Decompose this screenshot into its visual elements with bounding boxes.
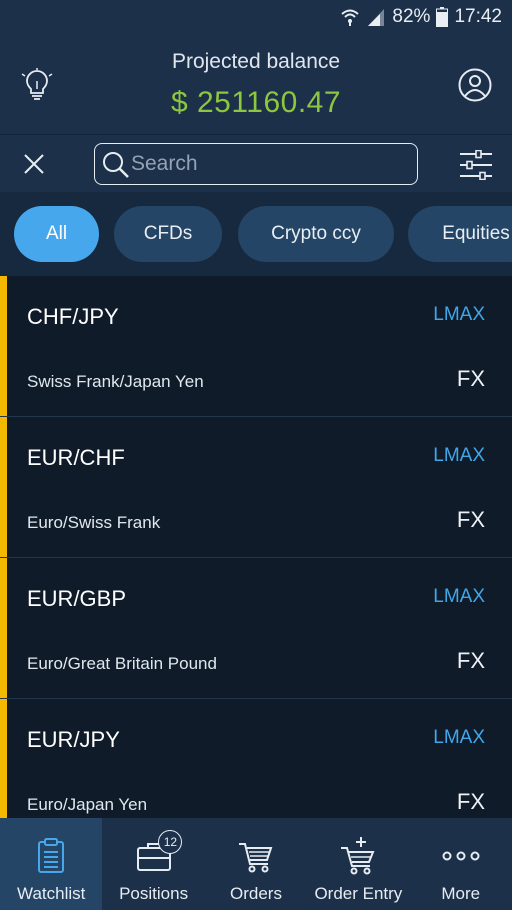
instrument-symbol: CHF/JPY [27, 304, 119, 329]
app-header: Projected balance $ 251160.47 [0, 34, 512, 134]
instrument-symbol: EUR/CHF [27, 445, 125, 470]
profile-icon[interactable] [458, 68, 492, 102]
instrument-asset-class: FX [456, 507, 485, 532]
tab-label: More [441, 884, 481, 903]
instrument-description: Euro/Great Britain Pound [27, 654, 217, 673]
tab-label: Watchlist [17, 884, 86, 903]
tab-label: Order Entry [314, 884, 403, 903]
instrument-venue: LMAX [433, 445, 485, 466]
tab-label: Positions [119, 884, 189, 903]
filter-chip-all[interactable]: All [14, 206, 99, 262]
filter-chip-equities[interactable]: Equities [408, 206, 512, 262]
search-field[interactable] [94, 143, 418, 185]
cart-plus-icon [338, 836, 378, 876]
search-icon [101, 150, 131, 180]
instrument-asset-class: FX [456, 789, 485, 814]
tab-watchlist[interactable]: Watchlist [0, 818, 103, 910]
instrument-venue: LMAX [433, 727, 485, 748]
instrument-symbol: EUR/JPY [27, 727, 120, 752]
filter-chip-crypto[interactable]: Crypto ccy [238, 206, 394, 262]
search-bar [0, 134, 512, 192]
wifi-icon [340, 7, 360, 27]
clipboard-icon [31, 836, 71, 876]
status-bar: 82% 17:42 [0, 0, 512, 34]
instrument-venue: LMAX [433, 304, 485, 325]
row-accent-bar [0, 558, 7, 698]
instrument-description: Euro/Swiss Frank [27, 513, 161, 532]
tab-positions[interactable]: 12 Positions [102, 818, 204, 910]
row-accent-bar [0, 276, 7, 416]
watchlist-row[interactable]: EUR/JPY LMAX Euro/Japan Yen FX [0, 699, 512, 818]
positions-count-badge: 12 [158, 830, 183, 854]
watchlist: CHF/JPY LMAX Swiss Frank/Japan Yen FX EU… [0, 276, 512, 818]
more-dots-icon [441, 836, 481, 876]
instrument-symbol: EUR/GBP [27, 586, 127, 611]
instrument-description: Euro/Japan Yen [27, 795, 148, 814]
battery-icon [436, 7, 449, 27]
filter-sliders-icon[interactable] [458, 149, 494, 181]
instrument-description: Swiss Frank/Japan Yen [27, 372, 204, 391]
tab-orders[interactable]: Orders [205, 818, 307, 910]
watchlist-row[interactable]: EUR/CHF LMAX Euro/Swiss Frank FX [0, 417, 512, 558]
row-accent-bar [0, 699, 7, 818]
category-filter-bar: All CFDs Crypto ccy Equities [0, 192, 512, 276]
cart-icon [236, 836, 276, 876]
close-icon[interactable] [22, 152, 46, 176]
bottom-tab-bar: Watchlist 12 Positions Orders Order Entr… [0, 818, 512, 910]
clock-time: 17:42 [454, 6, 502, 27]
watchlist-row[interactable]: EUR/GBP LMAX Euro/Great Britain Pound FX [0, 558, 512, 699]
projected-balance-label: Projected balance [171, 50, 341, 73]
instrument-asset-class: FX [456, 366, 485, 391]
watchlist-row[interactable]: CHF/JPY LMAX Swiss Frank/Japan Yen FX [0, 276, 512, 417]
filter-chip-cfds[interactable]: CFDs [114, 206, 222, 262]
battery-percent: 82% [392, 6, 431, 27]
projected-balance-value: $ 251160.47 [170, 86, 342, 119]
row-accent-bar [0, 417, 7, 557]
search-input[interactable] [131, 148, 411, 180]
tab-order-entry[interactable]: Order Entry [307, 818, 409, 910]
tab-more[interactable]: More [410, 818, 512, 910]
instrument-venue: LMAX [433, 586, 485, 607]
tab-label: Orders [229, 884, 282, 903]
instrument-asset-class: FX [456, 648, 485, 673]
signal-icon [366, 7, 386, 27]
